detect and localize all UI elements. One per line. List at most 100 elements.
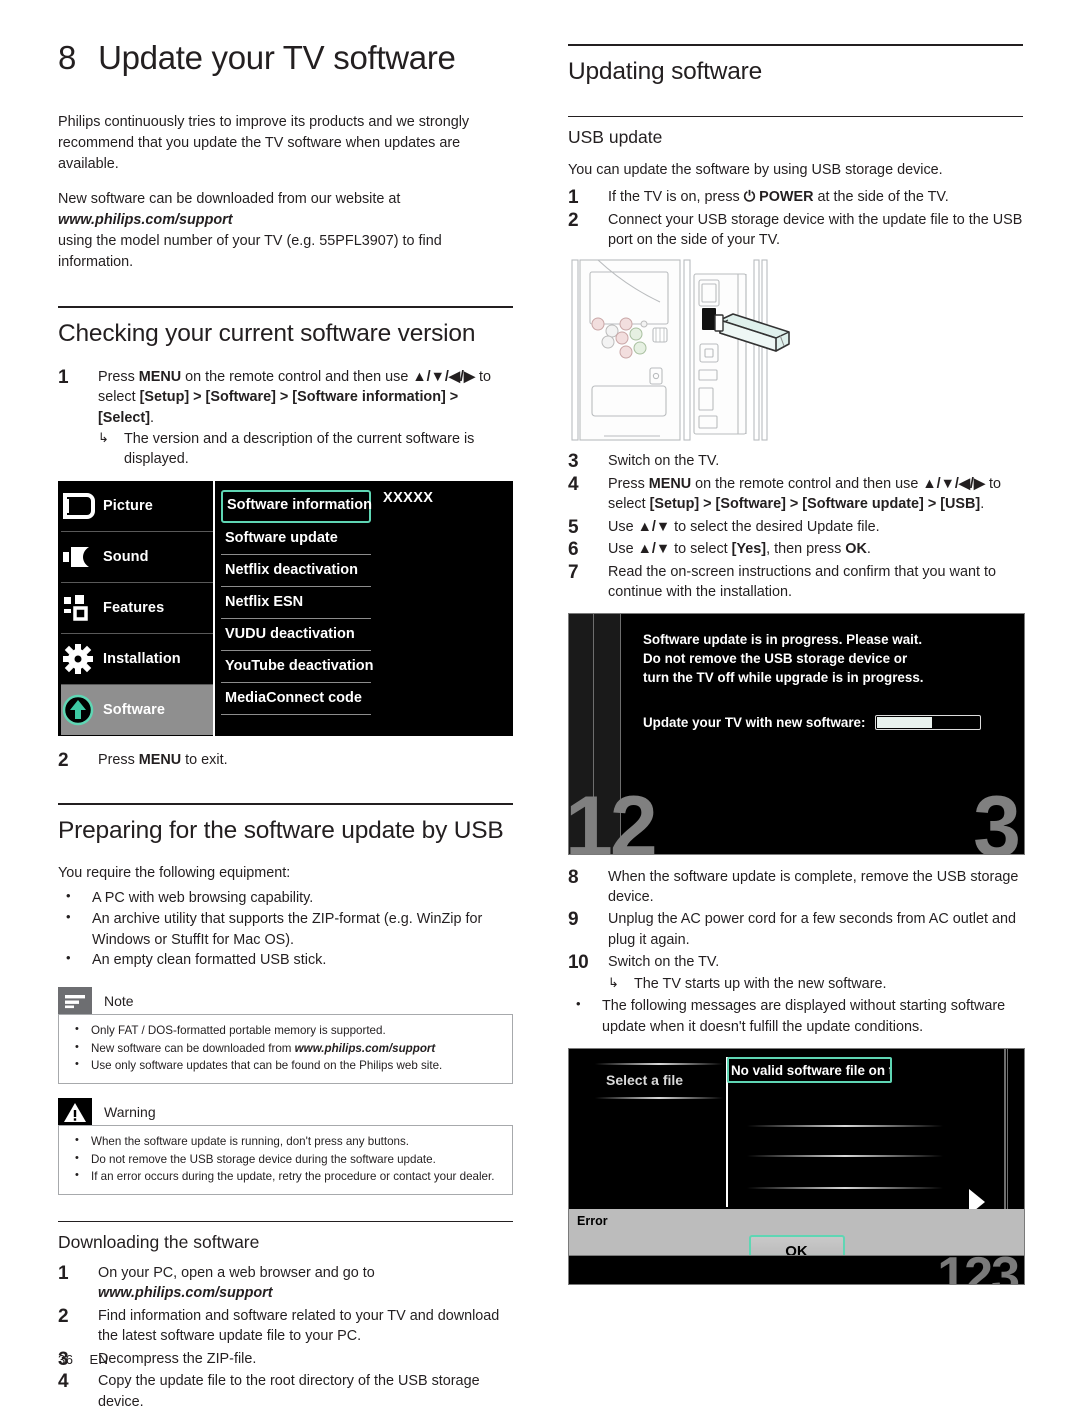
- left-column: 8 Update your TV software Philips contin…: [58, 0, 513, 1414]
- menu-item-netflix-deactivation[interactable]: Netflix deactivation: [221, 555, 371, 588]
- menu-item-mediaconnect-code[interactable]: MediaConnect code: [221, 683, 371, 716]
- picture-icon: [58, 483, 103, 529]
- downloading-steps: 1 On your PC, open a web browser and go …: [58, 1263, 513, 1412]
- intro-paragraph-2: New software can be downloaded from our …: [58, 189, 513, 273]
- divider: [595, 1062, 723, 1065]
- note-lines-icon: [58, 987, 92, 1015]
- menu-item-software-update[interactable]: Software update: [221, 523, 371, 556]
- menu-key-label: MENU: [138, 368, 182, 385]
- step-text: Switch on the TV.: [608, 954, 720, 971]
- note-text: New software can be downloaded from: [91, 1041, 295, 1055]
- tv-menu-sidebar: Picture Sound Features Installation Soft…: [58, 481, 213, 737]
- list-item: An empty clean formatted USB stick.: [58, 949, 513, 971]
- list-item: An archive utility that supports the ZIP…: [58, 908, 513, 951]
- sidebar-label: Sound: [103, 549, 149, 566]
- tv-menu-screenshot: Picture Sound Features Installation Soft…: [58, 481, 513, 737]
- yes-option-label: [Yes]: [731, 541, 767, 558]
- sidebar-label: Software: [103, 702, 166, 719]
- step-number: 2: [58, 1305, 69, 1327]
- warning-title: Warning: [104, 1103, 156, 1120]
- step-item: 3 Decompress the ZIP-file.: [58, 1349, 513, 1370]
- up-arrow-circle-icon: [58, 687, 103, 733]
- progress-line-2: Do not remove the USB storage device or: [643, 650, 908, 666]
- chapter-title: Update your TV software: [98, 39, 456, 76]
- list-item: When the software update is running, don…: [69, 1132, 502, 1151]
- step-text: Press: [608, 475, 649, 492]
- step-item: 1 If the TV is on, press ⏻ POWER at the …: [568, 187, 1023, 208]
- progress-bar-fill: [877, 716, 932, 728]
- arrow-keys-label: ▲/▼/◀/▶: [412, 368, 475, 385]
- speaker-icon: [58, 534, 103, 580]
- result-text: The version and a description of the cur…: [124, 430, 475, 468]
- step-text: at the side of the TV.: [813, 189, 949, 206]
- step-item: 7 Read the on-screen instructions and co…: [568, 562, 1023, 603]
- tv-menu-list: Software information Software update Net…: [221, 490, 374, 716]
- power-label: POWER: [759, 189, 814, 206]
- progress-message: Software update is in progress. Please w…: [643, 630, 923, 687]
- menu-item-netflix-esn[interactable]: Netflix ESN: [221, 587, 371, 620]
- software-update-progress-screenshot: Software update is in progress. Please w…: [568, 612, 1025, 855]
- step-result: ↳ The version and a description of the c…: [98, 429, 513, 469]
- checking-step-2: 2 Press MENU to exit.: [58, 750, 513, 771]
- philips-support-url: www.philips.com/support: [58, 211, 233, 228]
- step-text: .: [149, 409, 154, 426]
- step-number: 1: [58, 366, 69, 388]
- progress-line-1: Software update is in progress. Please w…: [643, 631, 923, 647]
- step-item: 10 Switch on the TV. ↳ The TV starts up …: [568, 952, 1023, 994]
- step-text: to exit.: [181, 752, 228, 769]
- menu-path: [Setup] > [Software] > [Software update]…: [649, 496, 981, 513]
- power-icon: ⏻: [743, 189, 756, 206]
- step-text: Use: [608, 541, 638, 558]
- divider: [747, 1186, 943, 1189]
- step-item: 9 Unplug the AC power cord for a few sec…: [568, 909, 1023, 950]
- sidebar-item-software[interactable]: Software: [58, 685, 213, 736]
- step-text: Find information and software related to…: [98, 1307, 500, 1345]
- step-text: .: [866, 541, 871, 558]
- menu-item-vudu-deactivation[interactable]: VUDU deactivation: [221, 619, 371, 652]
- philips-support-url: www.philips.com/support: [294, 1041, 436, 1055]
- sidebar-item-features[interactable]: Features: [61, 583, 213, 635]
- manual-page: 8 Update your TV software Philips contin…: [0, 0, 1080, 1410]
- step-text: Copy the update file to the root directo…: [98, 1373, 480, 1410]
- note-body: Only FAT / DOS-formatted portable memory…: [58, 1014, 513, 1085]
- step-text: When the software update is complete, re…: [608, 868, 1019, 906]
- screen-footer: 123: [569, 1250, 1024, 1284]
- note-title: Note: [104, 992, 134, 1009]
- list-item: A PC with web browsing capability.: [58, 887, 513, 909]
- equipment-list: A PC with web browsing capability. An ar…: [58, 887, 513, 972]
- step-text: Unplug the AC power cord for a few secon…: [608, 911, 1016, 948]
- result-arrow-icon: ↳: [608, 974, 619, 990]
- menu-item-youtube-deactivation[interactable]: YouTube deactivation: [221, 651, 374, 684]
- sidebar-item-picture[interactable]: Picture: [58, 481, 213, 533]
- result-text: The TV starts up with the new software.: [634, 975, 887, 992]
- menu-key-label: MENU: [648, 475, 692, 492]
- sidebar-item-installation[interactable]: Installation: [61, 634, 213, 686]
- step-text: , then press: [766, 541, 846, 558]
- chapter-number: 8: [58, 39, 77, 76]
- step-text: Use: [608, 518, 638, 535]
- progress-line-3: turn the TV off while upgrade is in prog…: [643, 669, 924, 685]
- menu-item-software-information[interactable]: Software information: [221, 490, 372, 524]
- step-text: Connect your USB storage device with the…: [608, 211, 1023, 248]
- error-message-item[interactable]: No valid software file on the USB. Chec: [727, 1056, 892, 1083]
- watermark-3: 3: [973, 778, 1021, 855]
- progress-bar: [875, 714, 982, 730]
- step-text: on the remote control and then use: [691, 475, 923, 492]
- step-item: 5 Use ▲/▼ to select the desired Update f…: [568, 517, 1023, 538]
- step-text: Press: [98, 368, 139, 385]
- divider: [747, 1154, 943, 1157]
- intro-line-1: New software can be downloaded from our …: [58, 190, 401, 207]
- divider: [595, 1096, 723, 1099]
- right-column: Updating software USB update You can upd…: [568, 0, 1025, 1285]
- step-number: 2: [568, 209, 579, 231]
- result-arrow-icon: ↳: [98, 429, 109, 445]
- progress-bar-row: Update your TV with new software:: [643, 714, 982, 730]
- sidebar-item-sound[interactable]: Sound: [58, 532, 213, 584]
- arrow-keys-label: ▲/▼/◀/▶: [922, 475, 985, 492]
- watermark-12: 12: [568, 778, 658, 855]
- usb-update-steps-8-10: 8 When the software update is complete, …: [568, 867, 1023, 994]
- step-number: 4: [568, 473, 579, 495]
- update-conditions-note: The following messages are displayed wit…: [568, 995, 1023, 1038]
- list-item: If an error occurs during the update, re…: [69, 1167, 502, 1186]
- intro-paragraph-1: Philips continuously tries to improve it…: [58, 114, 470, 173]
